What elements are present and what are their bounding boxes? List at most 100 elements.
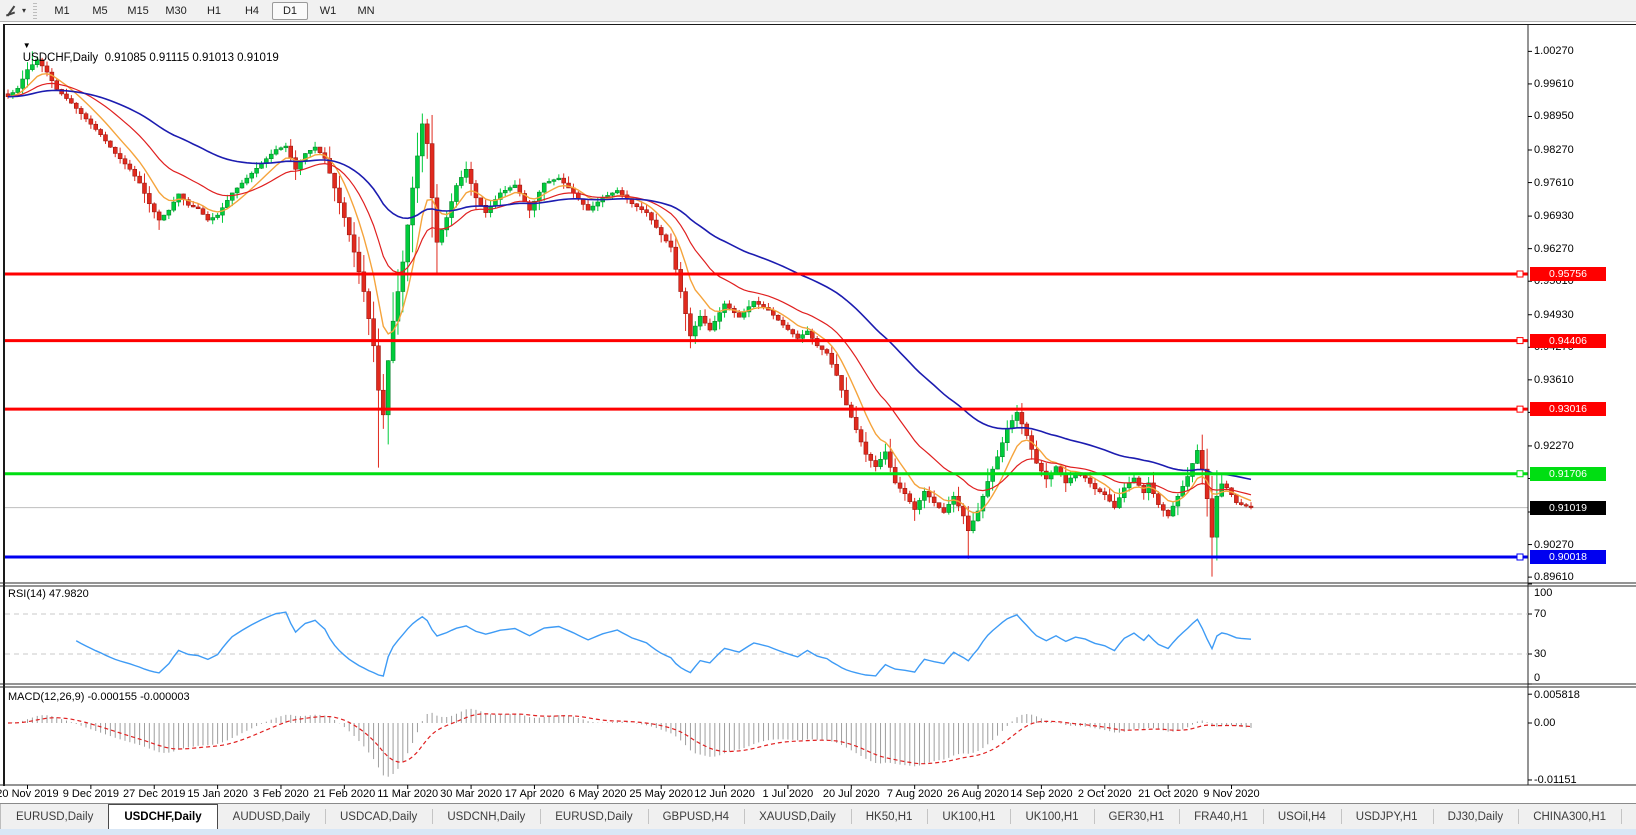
candle-body: [196, 207, 200, 209]
candle-body: [991, 469, 995, 481]
candle-body: [128, 164, 132, 169]
candle-body: [664, 235, 668, 241]
candle-body: [84, 114, 88, 119]
candle-body: [966, 516, 970, 531]
price-axis-label: 1.00270: [1534, 45, 1574, 57]
candle-body: [1015, 412, 1019, 420]
candle-body: [191, 205, 195, 207]
level-price-box[interactable]: 0.94406: [1530, 334, 1606, 348]
level-handle[interactable]: [1517, 554, 1523, 560]
candle-body: [337, 188, 341, 203]
chevron-down-icon[interactable]: ▾: [22, 6, 26, 15]
tab-usoil-h1[interactable]: USOil,H1: [1621, 804, 1636, 829]
chart-window: ▼ USDCHF,Daily 0.91085 0.91115 0.91013 0…: [0, 23, 1636, 803]
candle-body: [415, 156, 419, 188]
timeframe-button-mn[interactable]: MN: [348, 2, 384, 20]
timeframe-button-h4[interactable]: H4: [234, 2, 270, 20]
level-handle[interactable]: [1517, 338, 1523, 344]
tab-ger30-h1[interactable]: GER30,H1: [1094, 804, 1180, 829]
price-axis-label: 0.96270: [1534, 243, 1574, 255]
candle-body: [64, 94, 68, 99]
timeframe-button-m30[interactable]: M30: [158, 2, 194, 20]
candle-body: [479, 198, 483, 205]
chart-tab-bar: EURUSD,DailyUSDCHF,DailyAUDUSD,DailyUSDC…: [0, 803, 1636, 829]
tab-usdchf-daily[interactable]: USDCHF,Daily: [108, 804, 217, 829]
timeframe-button-h1[interactable]: H1: [196, 2, 232, 20]
candle-body: [16, 88, 20, 92]
candle-body: [357, 252, 361, 272]
candle-body: [654, 220, 658, 227]
candle-body: [791, 330, 795, 334]
tab-dj30-daily[interactable]: DJ30,Daily: [1433, 804, 1519, 829]
timeframe-button-w1[interactable]: W1: [310, 2, 346, 20]
tab-fra40-h1[interactable]: FRA40,H1: [1179, 804, 1263, 829]
candle-body: [903, 488, 907, 493]
timeframe-button-m15[interactable]: M15: [120, 2, 156, 20]
tab-china300-h1[interactable]: CHINA300,H1: [1518, 804, 1621, 829]
macd-axis-label: 0.005818: [1534, 689, 1580, 701]
candle-body: [1244, 505, 1248, 506]
candle-body: [201, 209, 205, 215]
candle-body: [727, 304, 731, 308]
candle-body: [971, 521, 975, 531]
level-price-box[interactable]: 0.93016: [1530, 402, 1606, 416]
candle-body: [1083, 476, 1087, 478]
candle-body: [922, 491, 926, 500]
level-handle[interactable]: [1517, 406, 1523, 412]
tab-eurusd-daily[interactable]: EURUSD,Daily: [540, 804, 647, 829]
tab-usdcnh-daily[interactable]: USDCNH,Daily: [432, 804, 540, 829]
timeframe-button-m1[interactable]: M1: [44, 2, 80, 20]
candle-body: [610, 193, 614, 195]
tab-usdcad-daily[interactable]: USDCAD,Daily: [325, 804, 432, 829]
date-axis-label: 9 Dec 2019: [63, 788, 119, 800]
candle-body: [796, 334, 800, 338]
candle-body: [347, 218, 351, 235]
macd-axis-label: -0.01151: [1534, 774, 1577, 786]
timeframe-button-m5[interactable]: M5: [82, 2, 118, 20]
timeframe-button-d1[interactable]: D1: [272, 2, 308, 20]
date-axis-label: 9 Nov 2020: [1203, 788, 1259, 800]
tab-uk100-h1[interactable]: UK100,H1: [1010, 804, 1093, 829]
candle-body: [776, 315, 780, 320]
collapse-caret-icon[interactable]: ▼: [23, 41, 31, 50]
price-chart-canvas[interactable]: [0, 23, 1636, 803]
candle-body: [742, 312, 746, 317]
tab-hk50-h1[interactable]: HK50,H1: [851, 804, 928, 829]
date-axis-label: 15 Jan 2020: [187, 788, 248, 800]
level-price-box[interactable]: 0.90018: [1530, 550, 1606, 564]
tab-gbpusd-h4[interactable]: GBPUSD,H4: [648, 804, 744, 829]
candle-body: [1171, 506, 1175, 516]
candle-body: [69, 99, 73, 104]
cursor-tool-button[interactable]: ▾: [0, 0, 31, 21]
tab-usdjpy-h1[interactable]: USDJPY,H1: [1341, 804, 1433, 829]
price-axis-label: 0.93610: [1534, 374, 1574, 386]
candle-body: [879, 459, 883, 466]
date-axis-label: 21 Feb 2020: [313, 788, 375, 800]
level-handle[interactable]: [1517, 271, 1523, 277]
candle-body: [1215, 496, 1219, 537]
tab-eurusd-daily[interactable]: EURUSD,Daily: [1, 804, 108, 829]
date-axis-label: 1 Jul 2020: [763, 788, 814, 800]
candle-body: [693, 326, 697, 336]
candle-body: [713, 321, 717, 330]
date-axis-label: 11 Mar 2020: [377, 788, 438, 800]
candle-body: [411, 188, 415, 225]
candle-body: [854, 417, 858, 429]
level-price-box[interactable]: 0.95756: [1530, 267, 1606, 281]
tab-xauusd-daily[interactable]: XAUUSD,Daily: [744, 804, 851, 829]
candle-body: [1039, 463, 1043, 471]
date-axis-label: 3 Feb 2020: [253, 788, 309, 800]
candle-body: [1200, 450, 1204, 469]
candle-body: [752, 301, 756, 306]
date-axis-label: 25 May 2020: [629, 788, 693, 800]
candle-body: [586, 204, 590, 210]
tab-uk100-h1[interactable]: UK100,H1: [927, 804, 1010, 829]
status-strip: [0, 829, 1636, 835]
level-price-box[interactable]: 0.91706: [1530, 467, 1606, 481]
tab-audusd-daily[interactable]: AUDUSD,Daily: [218, 804, 325, 829]
level-handle[interactable]: [1517, 471, 1523, 477]
tab-usoil-h4[interactable]: USOil,H4: [1263, 804, 1341, 829]
price-axis-label: 0.92270: [1534, 440, 1574, 452]
candle-body: [1064, 475, 1068, 483]
candle-body: [289, 146, 293, 158]
